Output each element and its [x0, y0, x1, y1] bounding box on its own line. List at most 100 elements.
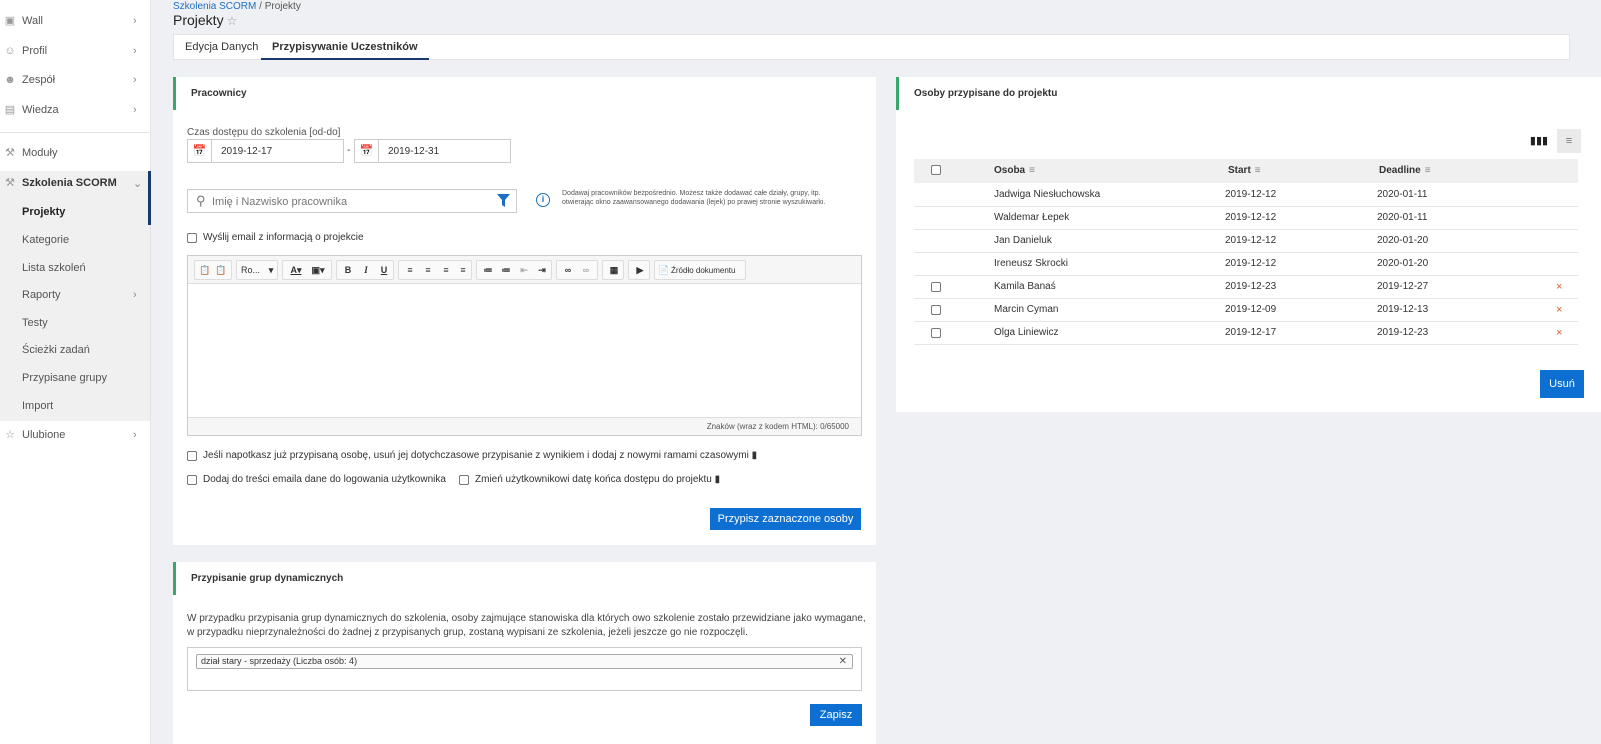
comment-icon[interactable]: ▮ [752, 450, 758, 461]
underline-icon[interactable]: U [376, 263, 392, 278]
comment-icon[interactable]: ▮ [715, 474, 721, 485]
unlink-icon[interactable]: ∞ [578, 263, 594, 278]
start-date-cell: 2019-12-17 [1225, 327, 1277, 338]
delete-row-icon[interactable]: × [1556, 281, 1562, 293]
row-checkbox[interactable] [931, 305, 941, 315]
start-date-cell: 2019-12-12 [1225, 235, 1277, 246]
column-header-start[interactable]: Start ≡ [1228, 165, 1261, 176]
toolbar-group-source: 📄 Źródło dokumentu [654, 260, 746, 280]
sort-icon[interactable]: ≡ [1425, 165, 1431, 176]
row-checkbox[interactable] [931, 282, 941, 292]
favorite-star-icon[interactable]: ☆ [227, 14, 238, 28]
column-header-deadline[interactable]: Deadline ≡ [1379, 165, 1431, 176]
sidebar-item-label: Wall [22, 15, 43, 27]
align-right-icon[interactable]: ≡ [438, 263, 454, 278]
tab-edycja-danych[interactable]: Edycja Danych [174, 35, 269, 60]
save-button[interactable]: Zapisz [810, 704, 862, 726]
include-login-label: Dodaj do treści emaila dane do logowania… [203, 474, 446, 485]
sidebar-sub-projekty[interactable]: Projekty [22, 206, 65, 218]
sidebar-item-zespol[interactable]: ☻ Zespół › [0, 70, 150, 90]
toolbar-group-align: ≡ ≡ ≡ ≡ [398, 260, 472, 280]
select-all-checkbox[interactable] [931, 165, 941, 175]
deadline-cell: 2019-12-23 [1377, 327, 1429, 338]
panel-title: Pracownicy [173, 77, 247, 110]
change-enddate-checkbox[interactable] [459, 475, 469, 485]
text-color-icon[interactable]: A▾ [286, 263, 306, 278]
align-center-icon[interactable]: ≡ [420, 263, 436, 278]
outdent-icon[interactable]: ⇤ [516, 263, 532, 278]
video-icon[interactable]: ▶ [632, 263, 648, 278]
align-justify-icon[interactable]: ≡ [455, 263, 471, 278]
background-color-icon[interactable]: ▣▾ [308, 263, 328, 278]
dynamic-groups-panel: Przypisanie grup dynamicznych W przypadk… [173, 562, 876, 744]
access-time-label: Czas dostępu do szkolenia [od-do] [187, 127, 341, 138]
send-email-checkbox[interactable] [187, 233, 197, 243]
italic-icon[interactable]: I [358, 263, 374, 278]
sidebar-item-moduly[interactable]: ⚒ Moduły [0, 143, 150, 163]
include-login-checkbox[interactable] [187, 475, 197, 485]
sidebar-sub-import[interactable]: Import [22, 400, 53, 412]
sidebar-sub-przypisane-grupy[interactable]: Przypisane grupy [22, 372, 107, 384]
table-row: Waldemar Łepek 2019-12-12 2020-01-11 [914, 207, 1578, 230]
bold-icon[interactable]: B [340, 263, 356, 278]
calendar-icon[interactable]: 📅 [355, 140, 379, 162]
deadline-cell: 2020-01-20 [1377, 258, 1429, 269]
sidebar-item-label: Profil [22, 45, 48, 57]
column-header-osoba[interactable]: Osoba ≡ [994, 165, 1035, 176]
sidebar-sub-sciezki-zadan[interactable]: Ścieżki zadań [22, 344, 90, 356]
sidebar-sub-raporty[interactable]: Raporty [22, 289, 61, 301]
chevron-down-icon[interactable]: ▾ [267, 263, 275, 278]
date-to-field[interactable]: 📅 2019-12-31 [354, 139, 511, 163]
font-select[interactable]: Ro... [241, 263, 265, 278]
bullet-list-icon[interactable]: ≔ [498, 263, 514, 278]
sort-icon[interactable]: ≡ [1255, 165, 1261, 176]
delete-row-icon[interactable]: × [1556, 327, 1562, 339]
sidebar-item-wiedza[interactable]: ▤ Wiedza › [0, 100, 150, 120]
change-enddate-text: Zmień użytkownikowi datę końca dostępu d… [475, 474, 712, 485]
dynamic-groups-select[interactable]: dział stary - sprzedaży (Liczba osób: 4)… [187, 647, 862, 691]
employee-search[interactable]: ⚲ Imię i Nazwisko pracownika [187, 189, 517, 213]
remove-button[interactable]: Usuń [1540, 370, 1584, 398]
sidebar-item-profil[interactable]: ☺ Profil › [0, 41, 150, 61]
toolbar-group-links: ∞ ∞ [556, 260, 598, 280]
funnel-filter-icon[interactable] [497, 194, 510, 208]
align-left-icon[interactable]: ≡ [402, 263, 418, 278]
source-button[interactable]: Źródło dokumentu [671, 263, 745, 278]
tab-przypisywanie-uczestnikow[interactable]: Przypisywanie Uczestników [261, 35, 429, 60]
deadline-cell: 2019-12-27 [1377, 281, 1429, 292]
document-source-icon[interactable]: 📄 [658, 263, 670, 278]
sidebar-item-label: Szkolenia SCORM [22, 177, 117, 189]
sidebar-item-szkolenia-scorm[interactable]: ⚒ Szkolenia SCORM ⌄ [0, 173, 150, 193]
sidebar-sub-kategorie[interactable]: Kategorie [22, 234, 69, 246]
email-rich-text-editor[interactable]: 📋 📋 Ro... ▾ A▾ ▣▾ B I U ≡ ≡ ≡ ≡ ≔ ≔ ⇤ ⇥ … [187, 255, 862, 436]
description-line: w przypadku nieprzynależności do żadnej … [187, 627, 748, 638]
toolbar-group-image: ▦ [602, 260, 624, 280]
paste-icon[interactable]: 📋 [198, 263, 212, 278]
date-from-value: 2019-12-17 [221, 146, 273, 157]
chevron-right-icon: › [133, 289, 137, 301]
person-name-cell: Ireneusz Skrocki [994, 258, 1068, 269]
row-checkbox[interactable] [931, 328, 941, 338]
sidebar-item-wall[interactable]: ▣ Wall › [0, 11, 150, 31]
date-from-field[interactable]: 📅 2019-12-17 [187, 139, 344, 163]
paste-text-icon[interactable]: 📋 [214, 263, 228, 278]
replace-assignment-checkbox[interactable] [187, 451, 197, 461]
sort-icon[interactable]: ≡ [1029, 165, 1035, 176]
filter-lines-icon[interactable]: ≡ [1557, 129, 1581, 153]
numbered-list-icon[interactable]: ≔ [480, 263, 496, 278]
assign-selected-button[interactable]: Przypisz zaznaczone osoby [710, 508, 861, 530]
breadcrumb-link[interactable]: Szkolenia SCORM [173, 1, 256, 12]
calendar-icon[interactable]: 📅 [188, 140, 212, 162]
sidebar-item-label: Zespół [22, 74, 56, 86]
delete-row-icon[interactable]: × [1556, 304, 1562, 316]
replace-assignment-label: Jeśli napotkasz już przypisaną osobę, us… [203, 450, 757, 461]
sidebar-item-ulubione[interactable]: ☆ Ulubione › [0, 425, 150, 445]
sidebar-sub-testy[interactable]: Testy [22, 317, 48, 329]
close-icon[interactable]: ✕ [839, 655, 847, 668]
send-email-label: Wyślij email z informacją o projekcie [203, 232, 364, 243]
sidebar-sub-lista-szkolen[interactable]: Lista szkoleń [22, 262, 86, 274]
image-icon[interactable]: ▦ [606, 263, 622, 278]
columns-icon[interactable]: ▮▮▮ [1527, 129, 1551, 153]
indent-icon[interactable]: ⇥ [534, 263, 550, 278]
link-icon[interactable]: ∞ [560, 263, 576, 278]
